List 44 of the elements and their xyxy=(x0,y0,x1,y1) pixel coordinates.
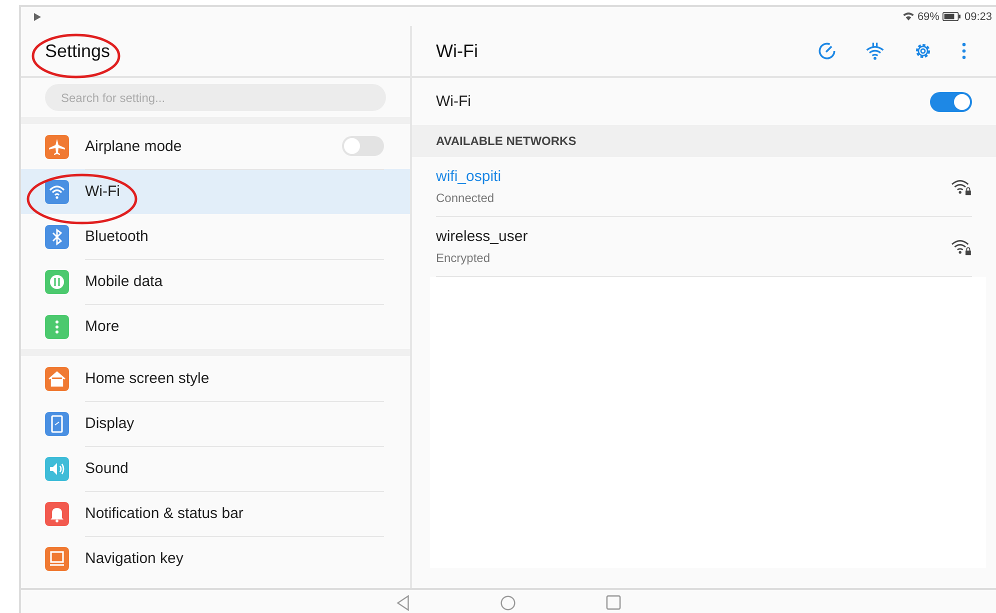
settings-item[interactable]: Home screen style xyxy=(21,356,410,401)
search-field[interactable]: Search for setting... xyxy=(45,84,386,111)
settings-item-label: More xyxy=(85,318,120,334)
settings-item-label: Bluetooth xyxy=(85,228,148,244)
settings-item-label: Airplane mode xyxy=(85,138,182,154)
speed-gauge-icon[interactable] xyxy=(816,40,838,62)
settings-item-label: Navigation key xyxy=(85,550,184,566)
settings-item-label: Mobile data xyxy=(85,272,163,290)
wifi-title: Wi-Fi xyxy=(436,40,478,62)
settings-item[interactable]: Display xyxy=(21,401,410,446)
settings-item-label: Display xyxy=(85,414,134,432)
wifi-switch-label: Wi-Fi xyxy=(436,93,471,110)
settings-item[interactable]: Bluetooth xyxy=(21,214,410,259)
clock-time: 09:23 xyxy=(964,10,992,22)
settings-item[interactable]: Sound xyxy=(21,446,410,491)
network-row[interactable]: wifi_ospiti Connected xyxy=(436,157,972,217)
settings-item-label: Home screen style xyxy=(85,370,210,386)
network-status: Connected xyxy=(436,191,496,205)
wifi-scan-icon[interactable] xyxy=(864,40,886,62)
back-icon[interactable] xyxy=(396,594,410,610)
locked-wifi-icon xyxy=(950,178,972,196)
wifi-signal-icon xyxy=(903,12,914,21)
play-icon xyxy=(33,12,41,20)
battery-percent: 69% xyxy=(917,10,940,22)
network-name: wireless_user xyxy=(436,228,528,245)
settings-item[interactable]: Notification & status bar xyxy=(21,491,410,536)
recent-apps-icon[interactable] xyxy=(606,595,621,610)
settings-item[interactable]: More xyxy=(21,304,410,349)
locked-wifi-icon xyxy=(950,238,972,256)
settings-item[interactable]: Navigation key xyxy=(21,536,410,581)
network-status: Encrypted xyxy=(436,251,492,265)
battery-icon xyxy=(942,12,962,21)
settings-item-label: Notification & status bar xyxy=(85,504,244,522)
network-name: wifi_ospiti xyxy=(436,168,502,185)
settings-item[interactable]: Mobile data xyxy=(21,259,410,304)
section-header: AVAILABLE NETWORKS xyxy=(436,134,576,148)
more-menu-icon[interactable] xyxy=(960,40,968,62)
settings-item-label: Wi-Fi xyxy=(85,182,120,200)
settings-title: Settings xyxy=(45,40,110,62)
home-icon[interactable] xyxy=(500,594,516,610)
airplane-toggle[interactable] xyxy=(342,136,384,156)
settings-item[interactable]: Wi-Fi xyxy=(21,169,410,214)
settings-item-label: Sound xyxy=(85,460,128,476)
wifi-toggle[interactable] xyxy=(930,92,972,112)
